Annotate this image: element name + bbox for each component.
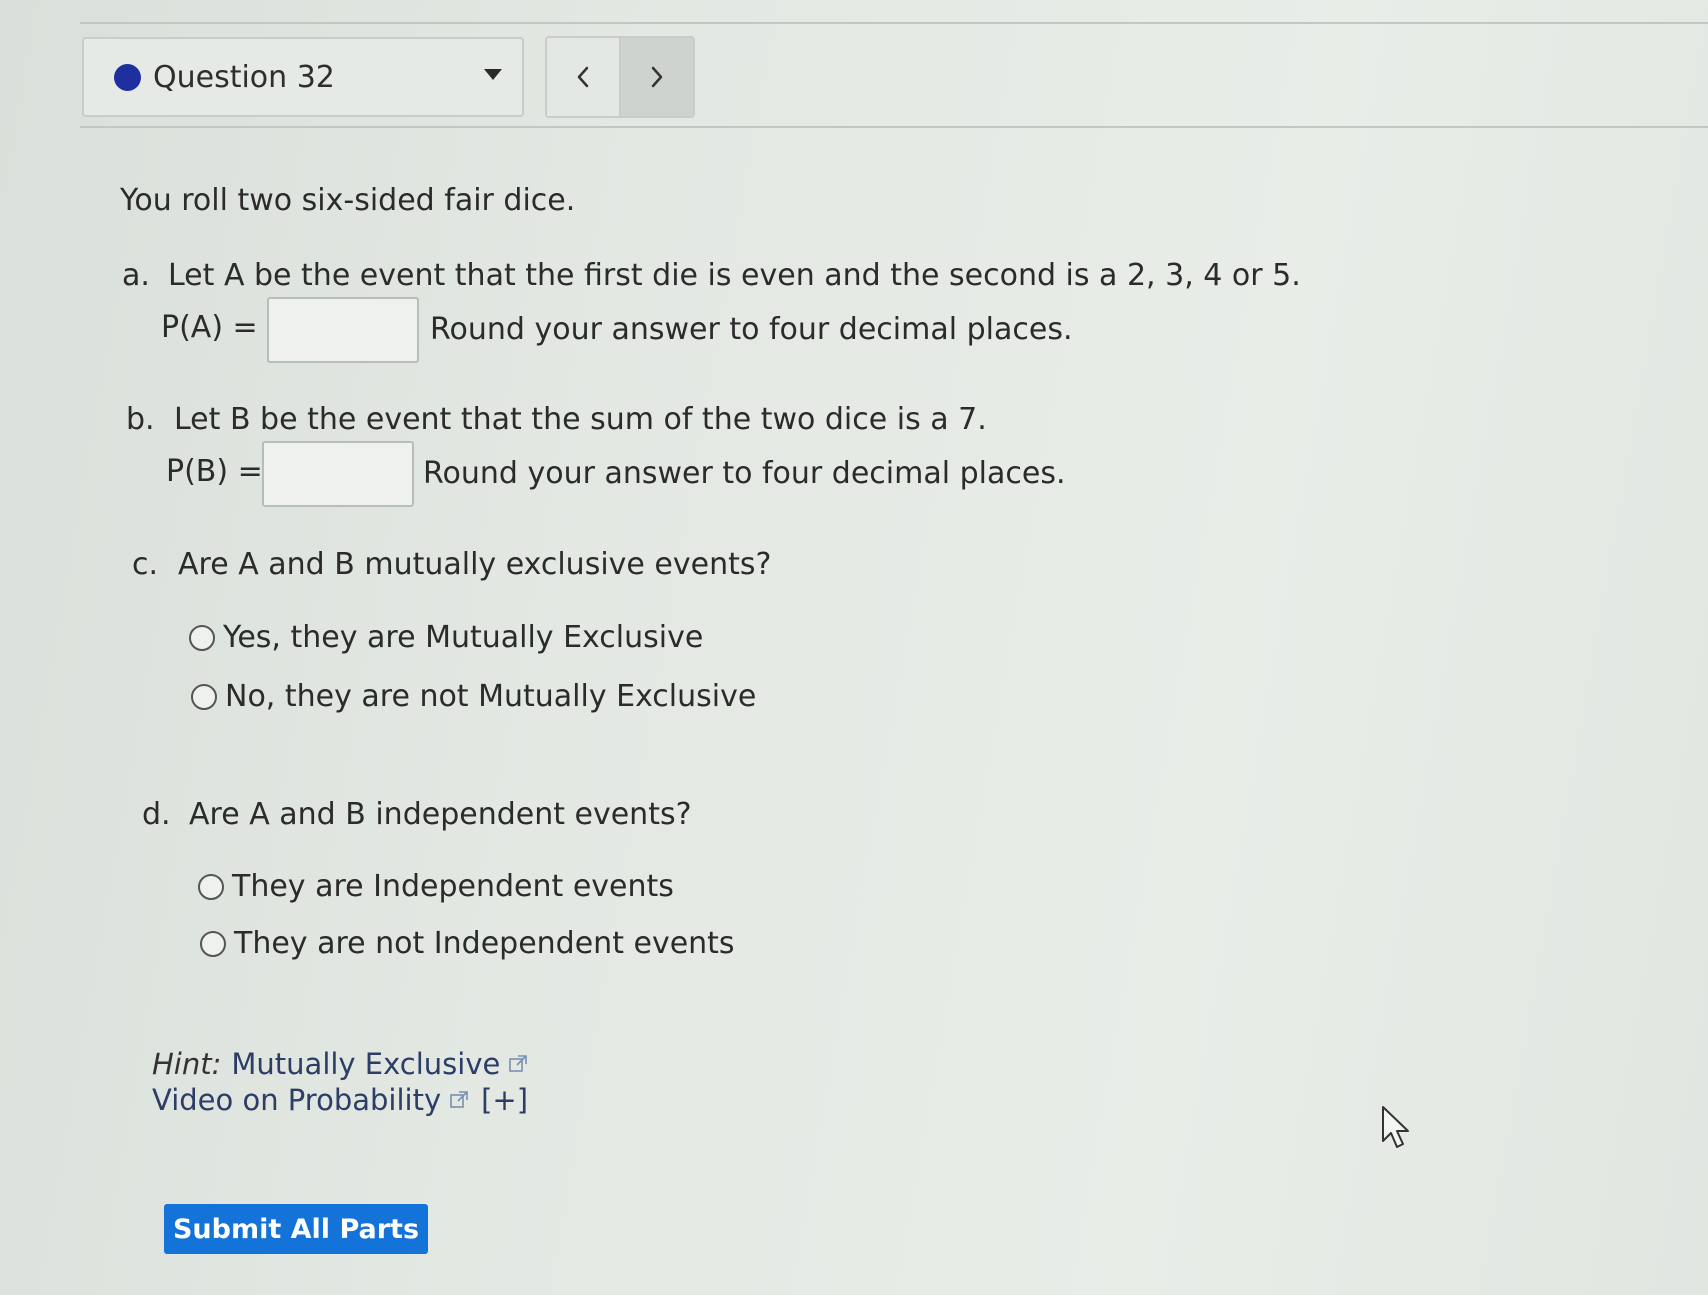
- part-c-option-no[interactable]: No, they are not Mutually Exclusive: [191, 679, 756, 714]
- video-row: Video on Probability [+]: [152, 1083, 528, 1117]
- part-b-answer-input[interactable]: [262, 441, 414, 507]
- part-a-answer-label: P(A) =: [161, 310, 258, 345]
- submit-all-parts-button[interactable]: Submit All Parts: [164, 1204, 428, 1254]
- expand-video-toggle[interactable]: [+]: [481, 1083, 528, 1117]
- part-b-letter: b.: [126, 402, 155, 437]
- option-label: They are not Independent events: [234, 926, 735, 961]
- part-d-text: Are A and B independent events?: [189, 797, 692, 832]
- part-b-instruction: Round your answer to four decimal places…: [423, 456, 1066, 491]
- part-d-option-independent[interactable]: They are Independent events: [198, 869, 674, 904]
- part-d-option-not-independent[interactable]: They are not Independent events: [200, 926, 735, 961]
- part-a-letter: a.: [122, 258, 150, 293]
- part-a-answer-input[interactable]: [267, 297, 419, 363]
- part-a-instruction: Round your answer to four decimal places…: [430, 312, 1073, 347]
- part-c-option-yes[interactable]: Yes, they are Mutually Exclusive: [189, 620, 703, 655]
- question-body: You roll two six-sided fair dice. a. Let…: [0, 0, 1708, 1295]
- question-intro: You roll two six-sided fair dice.: [120, 183, 576, 218]
- hint-row: Hint: Mutually Exclusive: [152, 1047, 528, 1081]
- hint-prefix: Hint:: [152, 1047, 222, 1081]
- mutually-exclusive-link[interactable]: Mutually Exclusive: [231, 1047, 500, 1081]
- radio-button[interactable]: [189, 624, 215, 651]
- part-b-text: Let B be the event that the sum of the t…: [174, 402, 987, 437]
- radio-button[interactable]: [191, 683, 217, 710]
- external-link-icon: [450, 1091, 468, 1108]
- video-probability-link[interactable]: Video on Probability: [152, 1083, 441, 1117]
- part-a-text: Let A be the event that the first die is…: [168, 258, 1301, 293]
- external-link-icon: [509, 1055, 528, 1072]
- radio-button[interactable]: [198, 873, 224, 900]
- part-b-answer-label: P(B) =: [166, 454, 263, 489]
- mouse-cursor-icon: [1382, 1106, 1409, 1148]
- part-c-letter: c.: [132, 547, 159, 582]
- radio-button[interactable]: [200, 930, 226, 957]
- part-d-letter: d.: [142, 797, 171, 832]
- option-label: No, they are not Mutually Exclusive: [225, 679, 757, 714]
- part-c-text: Are A and B mutually exclusive events?: [178, 547, 772, 582]
- option-label: Yes, they are Mutually Exclusive: [223, 620, 704, 655]
- option-label: They are Independent events: [232, 869, 674, 904]
